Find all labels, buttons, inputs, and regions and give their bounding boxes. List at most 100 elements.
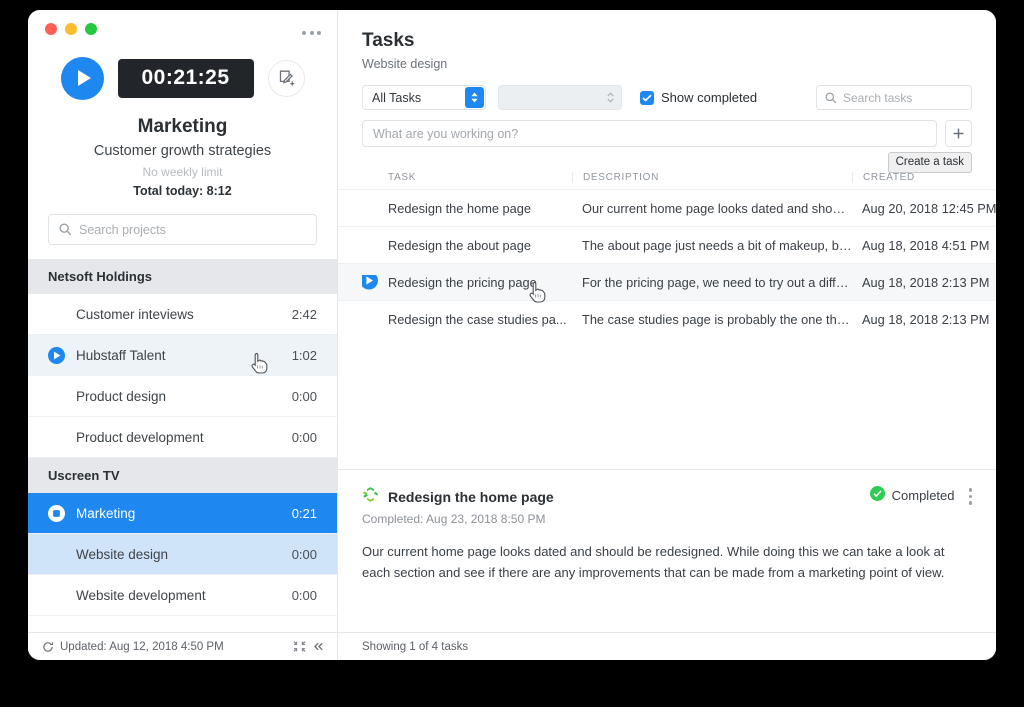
main-header: Tasks Website design bbox=[338, 10, 996, 71]
chevron-updown-icon[interactable] bbox=[601, 87, 620, 108]
project-search-box[interactable] bbox=[48, 214, 317, 245]
project-name-label: Website development bbox=[76, 587, 206, 603]
minimize-button[interactable] bbox=[65, 23, 77, 35]
table-empty-space bbox=[338, 337, 996, 469]
play-icon[interactable] bbox=[48, 346, 76, 364]
table-row[interactable]: Redesign the about page The about page j… bbox=[338, 226, 996, 263]
detail-completed-date: Completed: Aug 23, 2018 8:50 PM bbox=[362, 512, 546, 526]
search-input[interactable] bbox=[79, 222, 316, 237]
project-time-label: 2:42 bbox=[291, 306, 317, 322]
hubstaff-logo-icon bbox=[362, 486, 379, 508]
secondary-select[interactable] bbox=[498, 85, 622, 110]
list-item[interactable]: Website development 0:00 bbox=[28, 575, 337, 616]
task-search-box[interactable] bbox=[816, 85, 972, 110]
task-name-cell: Redesign the home page bbox=[388, 200, 532, 216]
total-today-label: Total today: 8:12 bbox=[133, 184, 232, 198]
table-row[interactable]: Redesign the home page Our current home … bbox=[338, 189, 996, 226]
current-task-label: Customer growth strategies bbox=[93, 143, 272, 159]
maximize-button[interactable] bbox=[85, 23, 97, 35]
task-description-cell: Our current home page looks dated and sh… bbox=[582, 200, 852, 216]
project-name-label: Product development bbox=[76, 429, 204, 445]
project-group-header: Netsoft Holdings bbox=[28, 259, 337, 294]
screen-background: 00:21:25 Marketing Customer growth strat… bbox=[0, 0, 1024, 707]
vertical-ellipsis-icon[interactable] bbox=[968, 486, 972, 505]
detail-description: Our current home page looks dated and sh… bbox=[362, 544, 945, 581]
list-item[interactable]: Website design 0:00 bbox=[28, 534, 337, 575]
task-filter-select[interactable]: All Tasks bbox=[362, 85, 486, 110]
detail-title: Redesign the home page bbox=[388, 489, 554, 505]
task-name-cell: Redesign the case studies pa... bbox=[388, 311, 567, 327]
status-badge: Completed bbox=[869, 486, 955, 504]
showing-count-label: Showing 1 of 4 tasks bbox=[362, 640, 469, 653]
project-group-header: Uscreen TV bbox=[28, 458, 337, 493]
main-footer: Showing 1 of 4 tasks bbox=[338, 632, 996, 660]
task-description-cell: The case studies page is probably the on… bbox=[582, 311, 852, 327]
task-table: TASK DESCRIPTION CREATED Redesign the ho… bbox=[338, 165, 996, 337]
plus-icon[interactable] bbox=[945, 120, 972, 147]
table-row[interactable]: Redesign the case studies pa... The case… bbox=[338, 300, 996, 337]
project-name-label: Product design bbox=[76, 388, 167, 404]
show-completed-label: Show completed bbox=[661, 90, 758, 105]
task-detail-panel: Redesign the home page Completed: Aug 23… bbox=[338, 469, 996, 632]
close-button[interactable] bbox=[45, 23, 57, 35]
project-time-label: 0:00 bbox=[291, 587, 317, 603]
new-task-input[interactable] bbox=[362, 120, 937, 147]
weekly-limit-label: No weekly limit bbox=[142, 165, 223, 179]
compact-view-icon[interactable] bbox=[293, 640, 306, 653]
list-item-selected[interactable]: Marketing 0:21 bbox=[28, 493, 337, 534]
project-time-label: 1:02 bbox=[291, 347, 317, 363]
column-header-description: DESCRIPTION bbox=[572, 171, 852, 183]
task-name-cell: Redesign the about page bbox=[388, 237, 532, 253]
project-name-label: Customer inteviews bbox=[76, 306, 194, 322]
list-item[interactable]: Product design 0:00 bbox=[28, 376, 337, 417]
list-item[interactable]: Hubstaff Talent 1:02 bbox=[28, 335, 337, 376]
task-toolbar: All Tasks Show completed Search tasks bbox=[338, 71, 996, 110]
stop-icon[interactable] bbox=[48, 504, 76, 522]
task-created-cell: Aug 20, 2018 12:45 PM bbox=[862, 200, 996, 216]
play-icon[interactable] bbox=[362, 274, 378, 290]
chevron-updown-icon[interactable] bbox=[465, 87, 484, 108]
app-window: 00:21:25 Marketing Customer growth strat… bbox=[28, 10, 996, 660]
task-created-cell: Aug 18, 2018 2:13 PM bbox=[862, 274, 990, 290]
sidebar: 00:21:25 Marketing Customer growth strat… bbox=[28, 10, 338, 660]
task-created-cell: Aug 18, 2018 2:13 PM bbox=[862, 311, 990, 327]
task-description-cell: For the pricing page, we need to try out… bbox=[582, 274, 852, 290]
last-updated-label: Updated: Aug 12, 2018 4:50 PM bbox=[60, 640, 224, 653]
timer-panel: 00:21:25 Marketing Customer growth strat… bbox=[28, 40, 337, 198]
column-header-task: TASK bbox=[388, 171, 417, 183]
list-item[interactable]: Customer inteviews 2:42 bbox=[28, 294, 337, 335]
project-time-label: 0:21 bbox=[291, 505, 317, 521]
project-time-label: 0:00 bbox=[291, 546, 317, 562]
sidebar-footer: Updated: Aug 12, 2018 4:50 PM bbox=[28, 632, 337, 660]
main-panel: Tasks Website design All Tasks Show comp… bbox=[338, 10, 996, 660]
timer-controls: 00:21:25 bbox=[48, 52, 317, 104]
project-search-wrapper bbox=[28, 198, 337, 259]
task-description-cell: The about page just needs a bit of makeu… bbox=[582, 237, 852, 253]
check-circle-icon bbox=[869, 486, 885, 504]
table-row[interactable]: Redesign the pricing page For the pricin… bbox=[338, 263, 996, 300]
checkmark-icon bbox=[640, 90, 654, 105]
play-icon[interactable] bbox=[60, 56, 104, 100]
refresh-icon[interactable] bbox=[42, 641, 54, 653]
show-completed-checkbox[interactable]: Show completed bbox=[640, 90, 757, 105]
task-filter-value: All Tasks bbox=[372, 90, 422, 105]
project-name-label: Website design bbox=[76, 546, 169, 562]
task-created-cell: Aug 18, 2018 4:51 PM bbox=[862, 237, 990, 253]
page-title: Marketing bbox=[137, 116, 228, 137]
breadcrumb: Website design bbox=[362, 57, 448, 71]
search-icon bbox=[825, 91, 837, 103]
project-list: Netsoft Holdings Customer inteviews 2:42… bbox=[28, 259, 337, 632]
new-task-row: Create a task bbox=[338, 110, 996, 173]
add-note-icon[interactable] bbox=[267, 59, 305, 97]
list-item[interactable]: Product development 0:00 bbox=[28, 417, 337, 458]
project-time-label: 0:00 bbox=[291, 429, 317, 445]
detail-header: Redesign the home page Completed: Aug 23… bbox=[362, 486, 972, 526]
task-name-cell: Redesign the pricing page bbox=[362, 274, 572, 290]
project-time-label: 0:00 bbox=[291, 388, 317, 404]
status-label: Completed bbox=[891, 487, 955, 503]
project-name-label: Hubstaff Talent bbox=[76, 347, 166, 363]
search-tasks-input[interactable] bbox=[843, 90, 971, 105]
main-title: Tasks bbox=[362, 30, 415, 51]
collapse-left-icon[interactable] bbox=[312, 640, 325, 653]
ellipsis-icon[interactable] bbox=[302, 31, 321, 35]
